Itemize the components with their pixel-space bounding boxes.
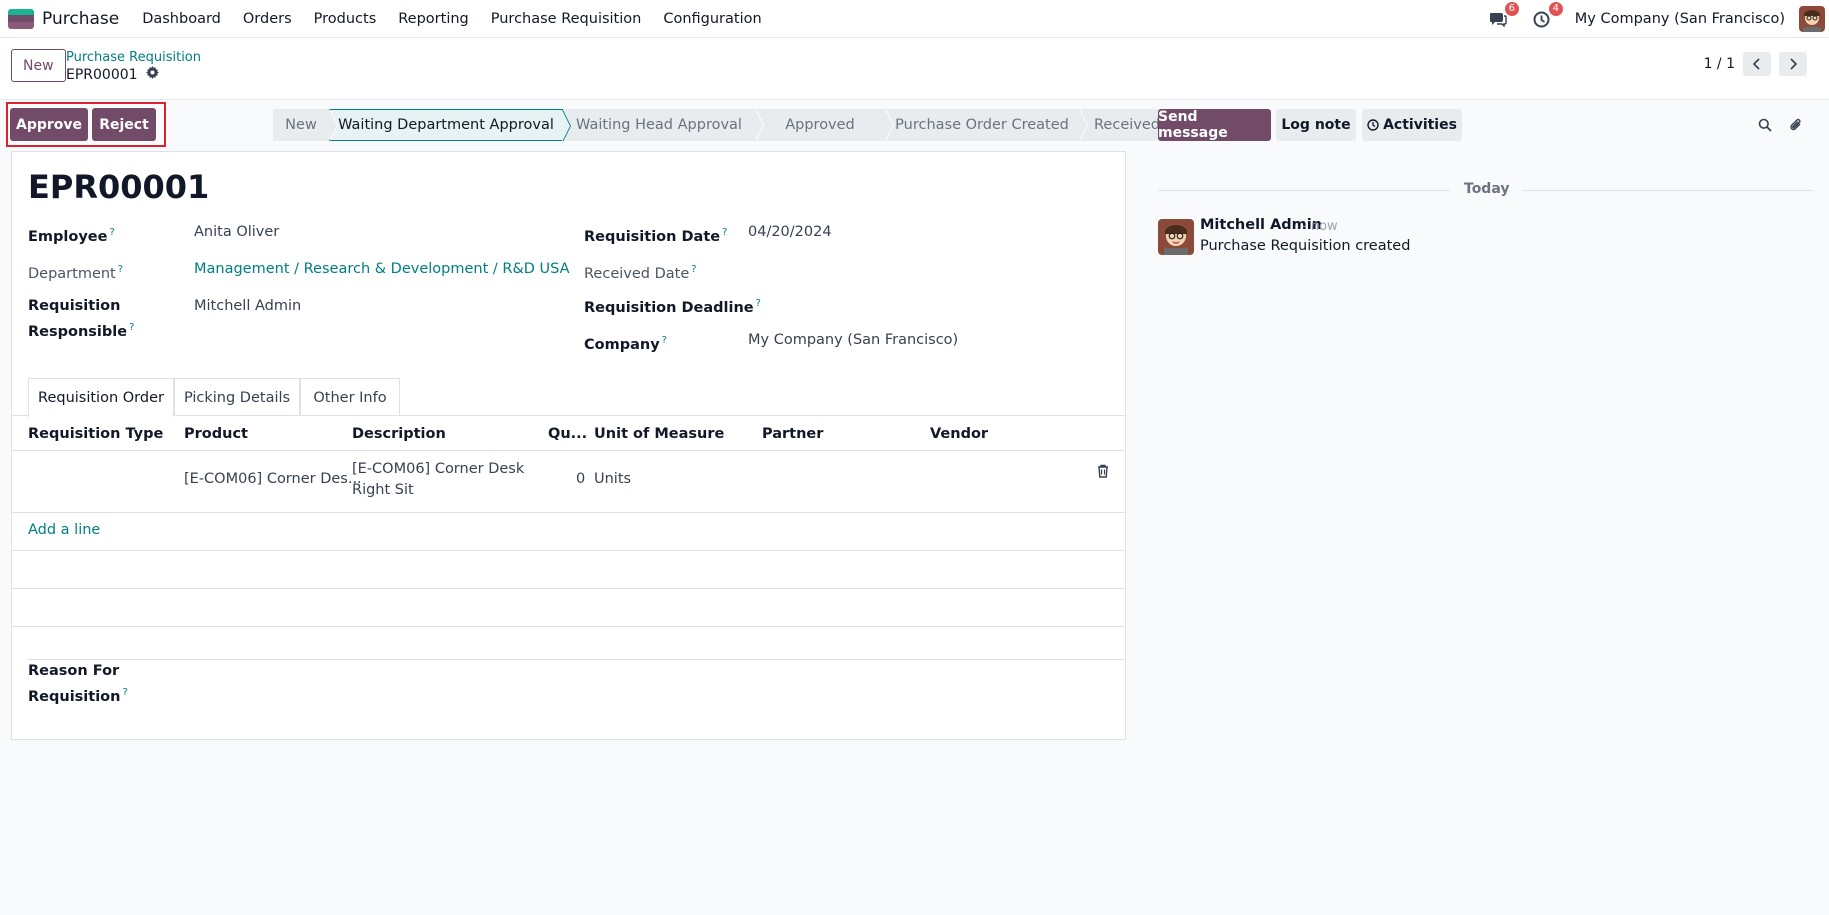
trash-icon[interactable] xyxy=(1097,464,1109,482)
help-icon[interactable]: ? xyxy=(662,335,667,346)
pager: 1 / 1 xyxy=(1704,52,1807,76)
row-description-line-2[interactable]: Right Sit xyxy=(352,482,414,498)
gear-icon[interactable] xyxy=(145,66,159,83)
order-lines-header: Requisition Type Product Description Qu.… xyxy=(12,416,1125,451)
stage-waiting-head-approval[interactable]: Waiting Head Approval xyxy=(563,109,764,141)
column-requisition-type[interactable]: Requisition Type xyxy=(28,426,163,442)
menu-orders[interactable]: Orders xyxy=(232,11,303,27)
chevron-right-icon xyxy=(1790,58,1797,70)
empty-table-row xyxy=(12,550,1125,588)
send-message-button[interactable]: Send message xyxy=(1158,109,1271,141)
record-title: EPR00001 xyxy=(28,168,210,206)
clock-icon xyxy=(1367,119,1379,131)
column-partner[interactable]: Partner xyxy=(762,426,823,442)
requisition-deadline-field[interactable] xyxy=(748,295,1048,315)
tab-picking-details[interactable]: Picking Details xyxy=(174,378,300,416)
reject-button[interactable]: Reject xyxy=(92,108,156,141)
section-divider xyxy=(28,659,1124,660)
menu-configuration[interactable]: Configuration xyxy=(652,11,772,27)
stage-purchase-order-created[interactable]: Purchase Order Created xyxy=(885,109,1088,141)
reason-for-requisition-field[interactable] xyxy=(194,667,1094,707)
stage-approved[interactable]: Approved xyxy=(755,109,894,141)
today-label: Today xyxy=(1464,181,1510,197)
menu-dashboard[interactable]: Dashboard xyxy=(131,11,232,27)
company-label: Company? xyxy=(584,335,667,353)
received-date-field[interactable] xyxy=(748,261,1048,281)
message-body: Purchase Requisition created xyxy=(1200,238,1411,254)
requisition-date-field[interactable]: 04/20/2024 xyxy=(748,224,832,240)
pager-next-button[interactable] xyxy=(1779,52,1807,76)
row-product[interactable]: [E-COM06] Corner Des... xyxy=(184,471,362,487)
add-line-link[interactable]: Add a line xyxy=(28,522,100,538)
pager-value[interactable]: 1 / 1 xyxy=(1704,56,1735,72)
activities-label: Activities xyxy=(1383,117,1457,133)
messages-icon[interactable]: 6 xyxy=(1487,2,1519,30)
chevron-left-icon xyxy=(1753,58,1760,70)
help-icon[interactable]: ? xyxy=(691,264,696,275)
tab-requisition-order[interactable]: Requisition Order xyxy=(28,378,174,417)
purchase-app-icon[interactable] xyxy=(8,8,34,29)
menu-reporting[interactable]: Reporting xyxy=(387,11,480,27)
column-vendor[interactable]: Vendor xyxy=(930,426,988,442)
table-row[interactable]: [E-COM06] Corner Des... [E-COM06] Corner… xyxy=(12,451,1125,513)
user-avatar[interactable] xyxy=(1799,6,1825,32)
paperclip-icon[interactable] xyxy=(1787,116,1805,134)
date-separator: Today xyxy=(1158,180,1813,200)
requisition-responsible-field[interactable]: Mitchell Admin xyxy=(194,298,301,314)
empty-table-row xyxy=(12,588,1125,626)
log-note-button[interactable]: Log note xyxy=(1276,109,1356,141)
app-name[interactable]: Purchase xyxy=(42,9,119,29)
requisition-deadline-label: Requisition Deadline? xyxy=(584,298,761,316)
help-icon[interactable]: ? xyxy=(118,264,123,275)
message-time: - now xyxy=(1302,219,1338,234)
row-description-line-1[interactable]: [E-COM06] Corner Desk xyxy=(352,461,524,477)
reason-for-requisition-label: Reason For Requisition? xyxy=(28,663,128,705)
search-icon[interactable] xyxy=(1756,116,1774,134)
employee-label: Employee? xyxy=(28,227,115,245)
activities-button[interactable]: Activities xyxy=(1362,109,1462,141)
activities-badge: 4 xyxy=(1548,2,1563,16)
row-quantity[interactable]: 0 xyxy=(576,471,585,487)
help-icon[interactable]: ? xyxy=(129,322,134,333)
new-button[interactable]: New xyxy=(11,49,66,82)
column-quantity[interactable]: Qu... xyxy=(548,426,587,442)
department-label: Department? xyxy=(28,264,124,282)
stage-waiting-department-approval[interactable]: Waiting Department Approval xyxy=(329,109,571,142)
record-name: EPR00001 xyxy=(66,66,138,83)
control-panel: New Purchase Requisition EPR00001 1 / 1 xyxy=(0,38,1829,100)
pager-previous-button[interactable] xyxy=(1743,52,1771,76)
department-field[interactable]: Management / Research & Development / R&… xyxy=(194,261,570,277)
messages-badge: 6 xyxy=(1504,2,1519,16)
employee-field[interactable]: Anita Oliver xyxy=(194,224,279,240)
breadcrumb-purchase-requisition[interactable]: Purchase Requisition xyxy=(66,50,201,65)
top-navbar: Purchase Dashboard Orders Products Repor… xyxy=(0,0,1829,38)
notebook-tabs: Requisition Order Picking Details Other … xyxy=(12,378,1125,417)
menu-purchase-requisition[interactable]: Purchase Requisition xyxy=(480,11,653,27)
help-icon[interactable]: ? xyxy=(722,227,727,238)
menu-products[interactable]: Products xyxy=(303,11,388,27)
help-icon[interactable]: ? xyxy=(109,227,114,238)
message-author-avatar[interactable] xyxy=(1158,219,1194,255)
requisition-date-label: Requisition Date? xyxy=(584,227,728,245)
form-sheet: EPR00001 Employee? Anita Oliver Departme… xyxy=(11,151,1126,740)
company-field[interactable]: My Company (San Francisco) xyxy=(748,332,958,348)
tab-other-info[interactable]: Other Info xyxy=(300,378,400,416)
company-switcher[interactable]: My Company (San Francisco) xyxy=(1575,11,1785,27)
column-unit-of-measure[interactable]: Unit of Measure xyxy=(594,426,724,442)
row-unit-of-measure[interactable]: Units xyxy=(594,471,631,487)
requisition-responsible-label: Requisition Responsible? xyxy=(28,298,135,340)
help-icon[interactable]: ? xyxy=(122,687,127,698)
status-bar: New Waiting Department Approval Waiting … xyxy=(273,109,1175,142)
stage-new[interactable]: New xyxy=(273,109,338,141)
column-product[interactable]: Product xyxy=(184,426,248,442)
received-date-label: Received Date? xyxy=(584,264,697,282)
activities-clock-icon[interactable]: 4 xyxy=(1531,2,1563,30)
record-name-line: EPR00001 xyxy=(66,66,159,83)
column-description[interactable]: Description xyxy=(352,426,446,442)
approve-button[interactable]: Approve xyxy=(10,108,88,141)
